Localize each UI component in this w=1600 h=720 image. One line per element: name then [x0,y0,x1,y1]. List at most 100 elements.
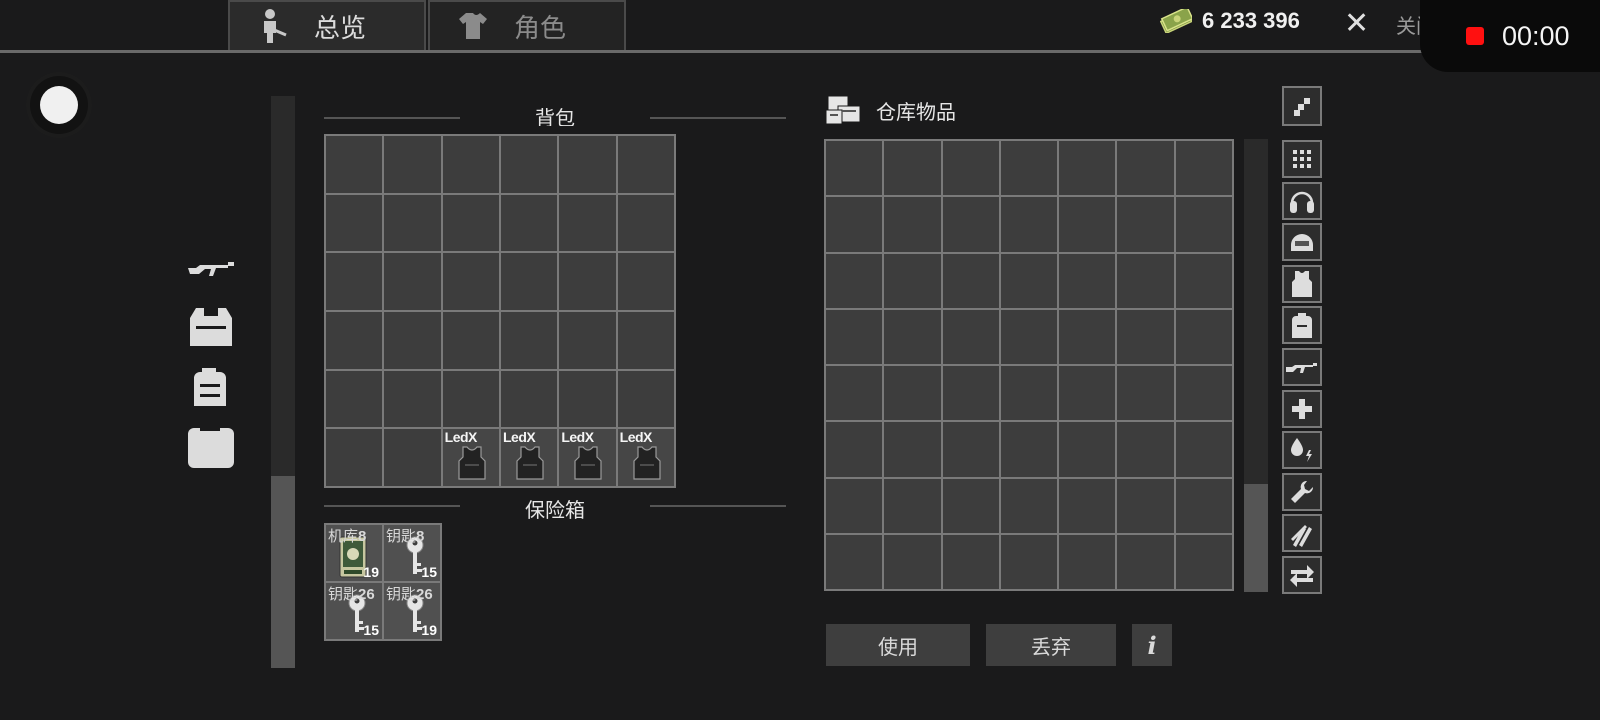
category-swap-button[interactable] [1282,556,1322,594]
stash-cell[interactable] [1000,141,1058,196]
backpack-cell[interactable] [384,370,441,428]
tab-character[interactable]: 角色 [428,0,626,50]
backpack-cell[interactable] [442,136,499,193]
stash-cell[interactable] [1059,253,1116,308]
stash-cell[interactable] [826,309,883,364]
stash-cell[interactable] [826,422,883,477]
stash-cell[interactable] [942,422,999,477]
category-helmet-button[interactable] [1282,223,1322,262]
stash-cell[interactable] [826,141,883,196]
stash-cell[interactable] [1059,422,1116,477]
discard-button[interactable]: 丢弃 [986,624,1116,666]
stash-cell[interactable] [1000,366,1058,421]
stash-cell[interactable] [884,253,941,308]
category-headset-button[interactable] [1282,181,1322,220]
stash-cell[interactable] [884,478,941,533]
stash-cell[interactable] [1059,534,1116,589]
stash-cell[interactable] [1059,309,1116,364]
stash-scroll-thumb[interactable] [1244,484,1268,592]
stash-cell[interactable] [884,309,941,364]
backpack-cell[interactable] [442,312,499,369]
backpack-cell[interactable] [559,136,616,193]
stash-cell[interactable] [1059,197,1116,252]
stash-cell[interactable] [884,197,941,252]
stash-cell[interactable] [1117,309,1174,364]
stash-cell[interactable] [942,534,999,589]
stash-cell[interactable] [1175,534,1232,589]
backpack-item-ledx[interactable]: LedX [442,429,499,486]
safe-grid[interactable]: 机库8 19 钥匙8 15 钥匙26 15 钥匙26 19 [324,523,442,641]
category-ammo-button[interactable] [1282,514,1322,553]
inventory-scroll-thumb[interactable] [271,476,295,668]
stash-cell[interactable] [942,366,999,421]
backpack-cell[interactable] [326,370,383,428]
stash-cell[interactable] [1059,141,1116,196]
stash-cell[interactable] [942,197,999,252]
backpack-cell[interactable] [326,312,383,369]
stash-cell[interactable] [884,534,941,589]
backpack-cell[interactable] [442,253,499,310]
backpack-item-ledx[interactable]: LedX [500,429,558,486]
backpack-item-ledx[interactable]: LedX [617,429,674,486]
stash-cell[interactable] [1000,309,1058,364]
stash-cell[interactable] [1000,197,1058,252]
sort-button[interactable] [1282,86,1322,126]
backpack-cell[interactable] [326,136,383,193]
stash-cell[interactable] [1175,366,1232,421]
category-medical-plus-button[interactable] [1282,389,1322,428]
stash-cell[interactable] [1175,197,1232,252]
category-drink-energy-button[interactable] [1282,431,1322,470]
info-button[interactable]: i [1132,624,1172,666]
assistive-touch-button[interactable] [40,86,78,124]
tab-overview[interactable]: 总览 [228,0,426,50]
stash-cell[interactable] [884,141,941,196]
rifle-slot-icon[interactable] [186,252,236,300]
backpack-cell[interactable] [617,136,674,193]
backpack-cell[interactable] [500,136,558,193]
backpack-cell[interactable] [500,370,558,428]
backpack-slot-icon[interactable] [186,364,236,412]
stash-cell[interactable] [884,366,941,421]
stash-cell[interactable] [1117,534,1174,589]
stash-cell[interactable] [1175,478,1232,533]
category-backpack-button[interactable] [1282,306,1322,345]
backpack-cell[interactable] [442,370,499,428]
stash-cell[interactable] [1117,366,1174,421]
backpack-cell[interactable] [500,194,558,252]
stash-cell[interactable] [1117,197,1174,252]
safe-item[interactable]: 钥匙8 15 [384,525,440,581]
use-button[interactable]: 使用 [826,624,970,666]
category-rifle-button[interactable] [1282,348,1322,386]
stash-cell[interactable] [884,422,941,477]
stash-cell[interactable] [942,309,999,364]
stash-cell[interactable] [826,366,883,421]
chest-rig-slot-icon[interactable] [186,304,236,352]
category-all-grid-button[interactable] [1282,140,1322,178]
backpack-cell[interactable] [384,194,441,252]
backpack-cell[interactable] [500,253,558,310]
category-wrench-button[interactable] [1282,472,1322,511]
stash-cell[interactable] [1175,253,1232,308]
backpack-item-ledx[interactable]: LedX [559,429,616,486]
stash-cell[interactable] [1117,253,1174,308]
safe-item[interactable]: 钥匙26 19 [384,583,440,639]
secure-container-slot-icon[interactable] [186,424,236,472]
stash-cell[interactable] [1117,141,1174,196]
stash-grid[interactable] [824,139,1234,591]
stash-cell[interactable] [1059,478,1116,533]
backpack-cell[interactable] [617,370,674,428]
backpack-cell[interactable] [442,194,499,252]
backpack-cell[interactable] [326,253,383,310]
safe-item[interactable]: 机库8 19 [326,525,382,581]
backpack-grid[interactable]: LedX LedX LedX LedX [324,134,676,488]
inventory-scrollbar[interactable] [271,96,295,668]
stash-cell[interactable] [826,253,883,308]
stash-cell[interactable] [942,478,999,533]
stash-cell[interactable] [1000,253,1058,308]
backpack-cell[interactable] [500,312,558,369]
backpack-cell[interactable] [384,136,441,193]
stash-cell[interactable] [942,253,999,308]
backpack-cell[interactable] [559,194,616,252]
backpack-cell[interactable] [617,253,674,310]
backpack-cell[interactable] [559,370,616,428]
